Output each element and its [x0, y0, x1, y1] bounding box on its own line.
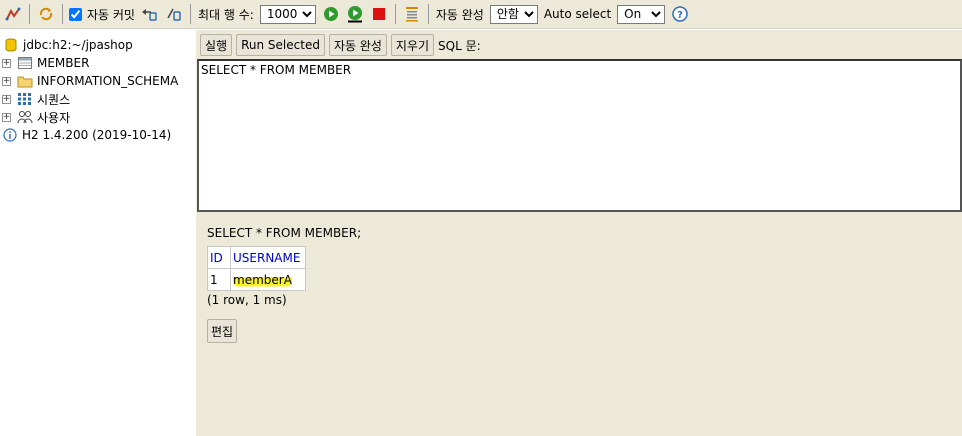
table-row: 1 memberA [207, 268, 306, 291]
result-table: ID USERNAME 1 memberA [207, 246, 306, 291]
tree-item-label: 사용자 [37, 110, 71, 125]
autocommit-checkbox[interactable]: 자동 커밋 [67, 6, 138, 23]
expand-icon[interactable]: + [2, 58, 11, 68]
max-rows-label: 최대 행 수: [197, 7, 254, 22]
tree-item-information-schema[interactable]: + INFORMATION_SCHEMA [0, 72, 178, 90]
tree-connection[interactable]: jdbc:h2:~/jpashop [0, 36, 133, 54]
sql-label: SQL 문: [438, 38, 481, 53]
toolbar-separator [394, 4, 396, 24]
toolbar-separator [427, 4, 429, 24]
history-icon[interactable] [403, 5, 421, 23]
edit-button[interactable]: 편집 [207, 319, 238, 343]
toolbar: 자동 커밋 최대 행 수: 1000 자동 완성 안함 Auto select … [0, 0, 962, 29]
toolbar-separator [29, 4, 30, 24]
autocommit-label: 자동 커밋 [87, 7, 135, 22]
tree-item-label: MEMBER [37, 56, 90, 70]
tree-item-label: 시퀀스 [37, 92, 71, 107]
users-icon [17, 109, 33, 125]
help-icon[interactable]: ? [671, 5, 689, 23]
version-label: H2 1.4.200 (2019-10-14) [22, 128, 172, 142]
autocomplete-label: 자동 완성 [435, 7, 484, 22]
info-icon [2, 127, 18, 143]
table-icon [17, 55, 33, 71]
query-panel: 실행 Run Selected 자동 완성 지우기 SQL 문: SELECT … [196, 30, 962, 436]
stop-icon[interactable] [370, 5, 388, 23]
max-rows-select[interactable]: 1000 [259, 4, 316, 24]
expand-icon[interactable]: + [2, 94, 11, 104]
column-header[interactable]: ID [207, 246, 231, 269]
table-cell-highlighted: memberA [230, 268, 306, 291]
rollback-icon[interactable] [141, 5, 159, 23]
tree-item-sequences[interactable]: + 시퀀스 [0, 90, 70, 108]
run-selected-icon[interactable] [346, 5, 364, 23]
run-icon[interactable] [322, 5, 340, 23]
tree-connection-label: jdbc:h2:~/jpashop [23, 38, 133, 52]
run-selected-button[interactable]: Run Selected [236, 34, 325, 56]
disconnect-icon[interactable] [4, 5, 22, 23]
toolbar-separator [189, 4, 191, 24]
run-button[interactable]: 실행 [200, 34, 233, 56]
editor-buttons: 실행 Run Selected 자동 완성 지우기 SQL 문: [196, 34, 481, 56]
refresh-icon[interactable] [37, 5, 55, 23]
folder-icon [17, 73, 33, 89]
tree-item-member[interactable]: + MEMBER [0, 54, 89, 72]
expand-icon[interactable]: + [2, 76, 11, 86]
autocomplete-select[interactable]: 안함 [489, 4, 538, 24]
sql-editor[interactable]: SELECT * FROM MEMBER [197, 59, 962, 212]
tree-item-label: INFORMATION_SCHEMA [37, 74, 179, 88]
toolbar-separator [62, 4, 63, 24]
database-icon [3, 37, 19, 53]
sequence-icon [17, 91, 33, 107]
commit-icon[interactable] [165, 5, 183, 23]
tree-item-users[interactable]: + 사용자 [0, 108, 70, 126]
column-header[interactable]: USERNAME [230, 246, 306, 269]
help-icon-glyph: ? [677, 10, 683, 21]
autoselect-select[interactable]: On [617, 4, 666, 24]
schema-tree: jdbc:h2:~/jpashop + MEMBER + INFORMATION… [0, 30, 196, 436]
autoselect-label: Auto select [543, 7, 612, 21]
result-area: SELECT * FROM MEMBER; ID USERNAME 1 memb… [207, 226, 361, 307]
highlighted-value: memberA [233, 272, 292, 287]
expand-icon[interactable]: + [2, 112, 11, 122]
table-cell: 1 [207, 268, 231, 291]
autocommit-input[interactable] [69, 7, 82, 21]
result-header-row: ID USERNAME [207, 246, 306, 269]
autocomplete-button[interactable]: 자동 완성 [328, 34, 387, 56]
clear-button[interactable]: 지우기 [390, 34, 435, 56]
result-stats: (1 row, 1 ms) [207, 293, 287, 307]
tree-version: H2 1.4.200 (2019-10-14) [0, 126, 171, 144]
result-sql: SELECT * FROM MEMBER; [207, 226, 362, 240]
